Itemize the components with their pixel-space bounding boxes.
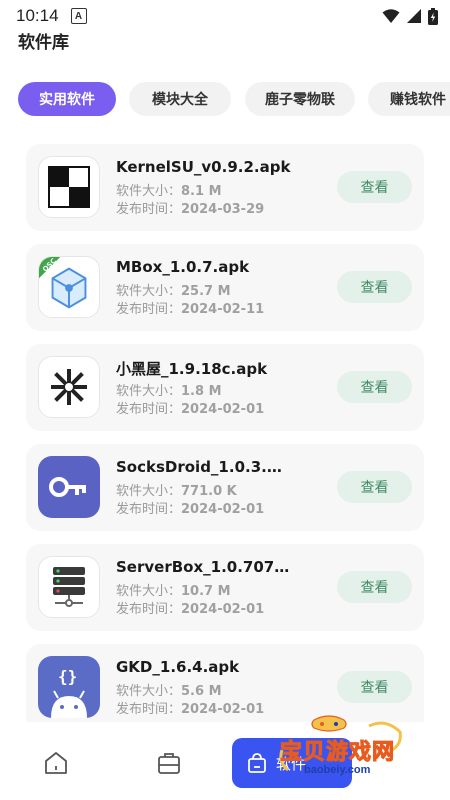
briefcase-icon (158, 753, 180, 774)
app-name: KernelSU_v0.9.2.apk (116, 158, 291, 176)
app-size: 软件大小：10.7 M (116, 584, 231, 599)
app-date: 发布时间：2024-03-29 (116, 202, 265, 217)
app-date: 发布时间：2024-02-01 (116, 602, 265, 617)
snowflake-icon (38, 356, 100, 418)
tab-luzi-iot[interactable]: 鹿子零物联 (245, 82, 355, 116)
app-card[interactable]: 小黑屋_1.9.18c.apk 软件大小：1.8 M 发布时间：2024-02-… (26, 344, 424, 431)
nav-software-label: 软件 (276, 754, 307, 773)
software-list: KernelSU_v0.9.2.apk 软件大小：8.1 M 发布时间：2024… (26, 144, 424, 724)
shopping-bag-icon (248, 753, 266, 773)
app-card[interactable]: {} GKD_1.6.4.apk 软件大小：5.6 M 发布时间：2024-02… (26, 644, 424, 724)
app-name: ServerBox_1.0.707… (116, 558, 290, 576)
app-card[interactable]: ServerBox_1.0.707… 软件大小：10.7 M 发布时间：2024… (26, 544, 424, 631)
app-date: 发布时间：2024-02-01 (116, 702, 265, 717)
app-name: SocksDroid_1.0.3.… (116, 458, 282, 476)
view-button[interactable]: 查看 (337, 671, 412, 703)
tab-money-software[interactable]: 赚钱软件 (368, 82, 450, 116)
key-icon (38, 456, 100, 518)
notification-a-icon: A (70, 8, 87, 24)
svg-text:{}: {} (58, 667, 77, 686)
status-icons (382, 7, 438, 25)
view-button[interactable]: 查看 (337, 571, 412, 603)
app-date: 发布时间：2024-02-11 (116, 302, 265, 317)
view-button[interactable]: 查看 (337, 471, 412, 503)
android-braces-icon: {} (38, 656, 100, 718)
status-time: 10:14 (16, 6, 59, 25)
home-icon (45, 752, 67, 774)
app-size: 软件大小：771.0 K (116, 484, 237, 499)
app-size: 软件大小：1.8 M (116, 384, 222, 399)
app-size: 软件大小：25.7 M (116, 284, 231, 299)
tab-module-collection[interactable]: 模块大全 (129, 82, 231, 116)
app-date: 发布时间：2024-02-01 (116, 502, 265, 517)
app-card[interactable]: OSC MBox_1.0.7.apk 软件大小：25.7 M 发布时间：2024… (26, 244, 424, 331)
app-name: MBox_1.0.7.apk (116, 258, 250, 276)
app-card[interactable]: SocksDroid_1.0.3.… 软件大小：771.0 K 发布时间：202… (26, 444, 424, 531)
page-title: 软件库 (18, 33, 69, 53)
nav-home-button[interactable] (40, 748, 72, 778)
app-date: 发布时间：2024-02-01 (116, 402, 265, 417)
view-button[interactable]: 查看 (337, 171, 412, 203)
server-icon (38, 556, 100, 618)
battery-icon (428, 7, 438, 25)
wifi-icon (382, 9, 400, 23)
app-name: GKD_1.6.4.apk (116, 658, 240, 676)
view-button[interactable]: 查看 (337, 271, 412, 303)
category-tabs: 实用软件 模块大全 鹿子零物联 赚钱软件 (0, 82, 450, 118)
app-card[interactable]: KernelSU_v0.9.2.apk 软件大小：8.1 M 发布时间：2024… (26, 144, 424, 231)
nav-toolbox-button[interactable] (153, 748, 185, 778)
tab-practical-software[interactable]: 实用软件 (18, 82, 116, 116)
kernelsu-icon (38, 156, 100, 218)
app-size: 软件大小：5.6 M (116, 684, 222, 699)
app-size: 软件大小：8.1 M (116, 184, 222, 199)
view-button[interactable]: 查看 (337, 371, 412, 403)
mbox-cube-icon: OSC (38, 256, 100, 318)
signal-icon (407, 9, 421, 23)
bottom-nav: 软件 (0, 722, 450, 800)
nav-software-button[interactable]: 软件 (232, 738, 352, 788)
app-name: 小黑屋_1.9.18c.apk (116, 360, 268, 378)
